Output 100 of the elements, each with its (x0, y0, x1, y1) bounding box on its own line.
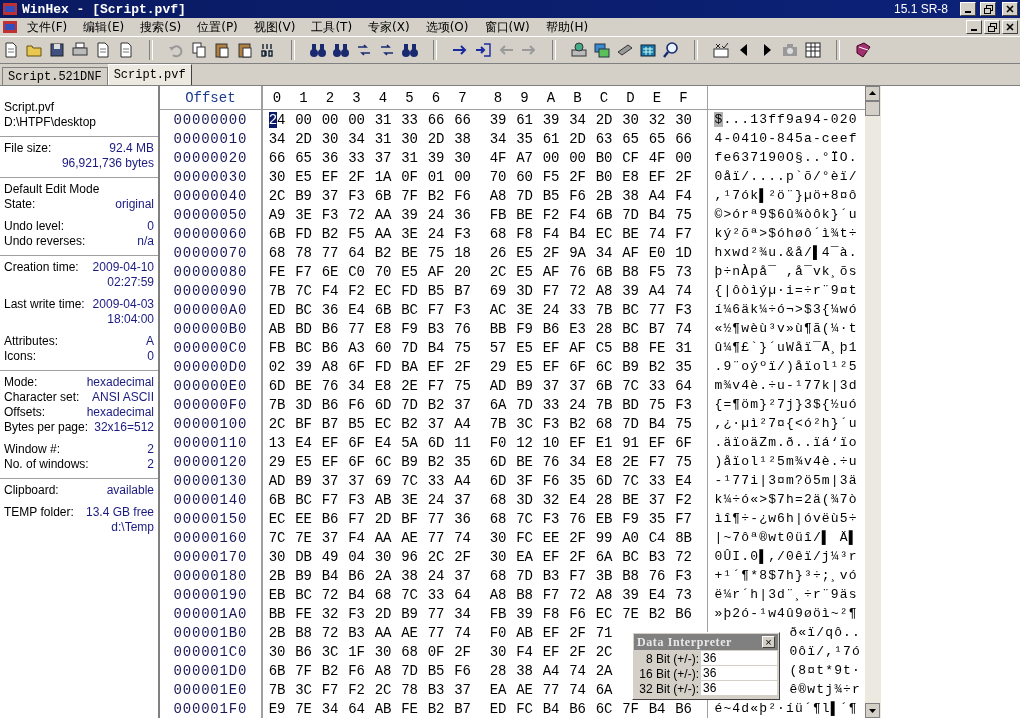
info-label: Script.pvf (4, 100, 54, 115)
hex-byte: B6 (321, 396, 340, 413)
hex-byte: F7 (542, 586, 561, 603)
restore-button[interactable] (980, 2, 996, 16)
hex-byte: 33 (569, 301, 587, 318)
text-line: fe637190O§..°ÏO. (714, 150, 858, 165)
hex-byte: E4 (374, 434, 393, 451)
menu-item[interactable]: 专家(X) (361, 18, 417, 36)
hex-byte: F4 (321, 282, 340, 299)
binoculars-icon[interactable] (401, 41, 419, 59)
binoculars-icon[interactable] (332, 41, 350, 59)
hex-byte: BC (401, 301, 419, 318)
file-tab[interactable]: Script.521DNF (2, 67, 108, 85)
close-button[interactable] (1002, 20, 1018, 34)
hex-byte: C4 (648, 529, 667, 546)
hex-byte: 60 (374, 339, 393, 356)
hex-byte: 37 (321, 472, 340, 489)
hex-byte: 2B (595, 187, 614, 204)
menu-item[interactable]: 编辑(E) (76, 18, 132, 36)
value-field[interactable]: 36 (701, 651, 777, 666)
hex-byte: 0F (427, 643, 446, 660)
info-value: n/a (137, 234, 154, 249)
hex-byte: 2F (454, 548, 472, 565)
document-icon[interactable] (94, 41, 112, 59)
hex-byte: 74 (569, 662, 587, 679)
offset-label: 000001D0 (173, 662, 248, 679)
document-arrow-icon[interactable] (117, 41, 135, 59)
hex-byte: 7D (516, 187, 534, 204)
scroll-thumb[interactable] (865, 101, 880, 116)
hex-byte: 37 (454, 681, 472, 698)
save-icon[interactable] (48, 41, 66, 59)
hex-byte: 6B (374, 301, 393, 318)
hex-byte: 6F (348, 434, 366, 451)
hex-byte: 7B (268, 282, 287, 299)
hex-byte: 7B (268, 396, 287, 413)
paste-icon[interactable] (213, 41, 231, 59)
checklist-icon[interactable] (712, 41, 730, 59)
new-document-icon[interactable] (2, 41, 20, 59)
hex-byte: 75 (675, 453, 693, 470)
calculator-icon[interactable] (639, 41, 657, 59)
hex-byte: 34 (268, 130, 287, 147)
windows-icon[interactable] (593, 41, 611, 59)
hex-byte: 02 (268, 358, 287, 375)
hex-byte: 00 (321, 111, 340, 128)
hex-byte: 34 (348, 130, 366, 147)
menu-item[interactable]: 视图(V) (246, 18, 303, 36)
hex-byte: F6 (569, 187, 587, 204)
hex-byte: 37 (321, 529, 340, 546)
hex-byte: 20 (454, 263, 472, 280)
hex-byte: AF (622, 244, 640, 261)
hex-byte: B6 (542, 320, 561, 337)
hex-byte: EF (542, 339, 561, 356)
hex-byte: E5 (516, 244, 534, 261)
offset-label: 00000190 (173, 586, 248, 603)
table-icon[interactable] (804, 41, 822, 59)
hex-byte: F4 (675, 187, 693, 204)
menu-item[interactable]: 帮助(H) (538, 18, 596, 36)
value-field[interactable]: 36 (701, 666, 777, 681)
minimize-button[interactable] (960, 2, 976, 16)
menu-item[interactable]: 搜索(S) (133, 18, 189, 36)
hex-byte: 4F (489, 149, 508, 166)
menu-item[interactable]: 选项(O) (418, 18, 476, 36)
search-icon[interactable] (662, 41, 680, 59)
hex-byte: 3D (295, 396, 313, 413)
hex-byte: 39 (622, 586, 640, 603)
file-tab[interactable]: Script.pvf (107, 64, 192, 85)
hex-byte: C0 (348, 263, 366, 280)
hex-byte: F3 (675, 301, 693, 318)
close-button[interactable] (1002, 2, 1018, 16)
hex-byte: AE (401, 529, 419, 546)
close-button[interactable]: × (762, 636, 775, 648)
hex-byte: B9 (295, 567, 313, 584)
binoculars-icon[interactable] (309, 41, 327, 59)
paste-icon[interactable] (236, 41, 254, 59)
book-icon[interactable] (854, 41, 872, 59)
hex-byte: 7D (516, 567, 534, 584)
hex-byte: B6 (675, 605, 693, 622)
scrollbar[interactable] (865, 86, 881, 718)
hex-byte: C5 (595, 339, 614, 356)
menu-item[interactable]: 工具(T) (304, 18, 360, 36)
menu-item[interactable]: 位置(P) (190, 18, 245, 36)
hex-byte: 35 (648, 510, 667, 527)
hex-byte: FE (268, 263, 287, 280)
minimize-button[interactable] (966, 20, 982, 34)
menu-item[interactable]: 文件(F) (20, 18, 75, 36)
column-header: C (598, 89, 610, 106)
value-field[interactable]: 36 (701, 681, 777, 696)
version-label: 15.1 SR-8 (893, 2, 948, 16)
text-line: ,¿·µì²7¤{<ó²h}´u (714, 416, 858, 431)
hex-byte: 7E (622, 605, 640, 622)
hex-byte: F3 (454, 225, 472, 242)
goto-icon[interactable] (474, 41, 492, 59)
printer-icon[interactable] (71, 41, 89, 59)
hex-byte: B5 (427, 282, 446, 299)
copy-icon[interactable] (190, 41, 208, 59)
hex-byte: B5 (348, 415, 366, 432)
restore-button[interactable] (984, 20, 1000, 34)
disk-drive-icon[interactable] (570, 41, 588, 59)
hex-byte: BC (295, 339, 313, 356)
menu-item[interactable]: 窗口(W) (477, 18, 537, 36)
